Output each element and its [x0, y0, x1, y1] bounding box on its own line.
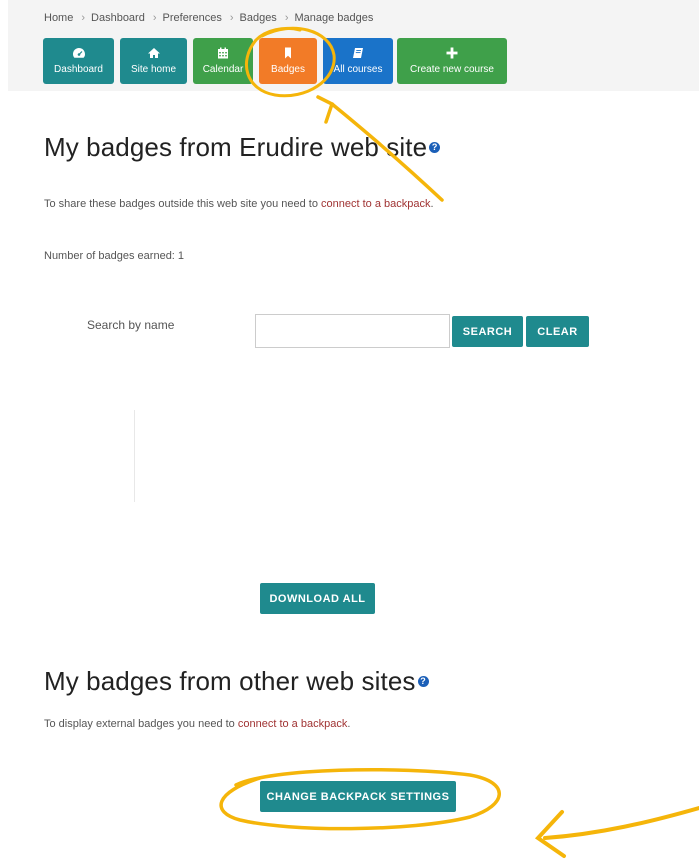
share-text: To share these badges outside this web s… [44, 198, 434, 210]
highlight-arrowhead-backpack [534, 810, 566, 858]
nav-dashboard-button[interactable]: Dashboard [43, 38, 114, 84]
nav-calendar-button[interactable]: Calendar [193, 38, 253, 84]
section-title-other: My badges from other web sites? [44, 666, 429, 697]
change-backpack-settings-button[interactable]: CHANGE BACKPACK SETTINGS [260, 781, 456, 812]
display-prefix: To display external badges you need to [44, 718, 238, 730]
display-suffix: . [347, 718, 351, 730]
breadcrumb-dashboard[interactable]: Dashboard [91, 12, 145, 24]
breadcrumb-badges[interactable]: Badges [240, 12, 277, 24]
search-button[interactable]: SEARCH [452, 316, 523, 347]
page-title: My badges from Erudire web site? [44, 132, 441, 163]
breadcrumb: Home › Dashboard › Preferences › Badges › Manage… [44, 12, 373, 24]
highlight-arrow-backpack [543, 806, 699, 840]
plus-icon [446, 47, 458, 59]
download-all-button[interactable]: DOWNLOAD ALL [260, 583, 375, 614]
nav-create-course-label: Create new course [410, 64, 494, 75]
share-prefix: To share these badges outside this web s… [44, 198, 322, 210]
clear-button[interactable]: CLEAR [526, 316, 589, 347]
section-title-other-text: My badges from other web sites [44, 666, 416, 696]
page-title-text: My badges from Erudire web site [44, 132, 428, 162]
breadcrumb-home[interactable]: Home [44, 12, 73, 24]
help-icon[interactable]: ? [417, 675, 429, 687]
nav-dashboard-label: Dashboard [54, 64, 103, 75]
chevron-right-icon: › [152, 12, 157, 24]
breadcrumb-preferences[interactable]: Preferences [163, 12, 222, 24]
dashboard-icon [72, 48, 85, 58]
divider [134, 410, 135, 502]
nav-site-home-label: Site home [130, 64, 177, 75]
highlight-arrowhead-badges [316, 95, 335, 124]
display-text: To display external badges you need to c… [44, 718, 350, 730]
help-icon[interactable]: ? [429, 141, 441, 153]
nav-calendar-label: Calendar [202, 64, 244, 75]
breadcrumb-manage-badges: Manage badges [294, 12, 374, 24]
search-input[interactable] [255, 314, 450, 348]
bookmark-icon [285, 47, 291, 59]
chevron-right-icon: › [229, 12, 234, 24]
nav-create-course-button[interactable]: Create new course [397, 38, 507, 84]
nav-all-courses-label: All courses [333, 64, 383, 75]
connect-backpack-link-2[interactable]: connect to a backpack [238, 718, 347, 730]
book-icon [353, 48, 363, 58]
chevron-right-icon: › [284, 12, 289, 24]
nav-badges-button[interactable]: Badges [259, 38, 317, 84]
home-icon [147, 48, 160, 58]
nav-all-courses-button[interactable]: All courses [323, 38, 393, 84]
nav-site-home-button[interactable]: Site home [120, 38, 187, 84]
nav-badges-label: Badges [271, 64, 305, 75]
annotation-overlay [219, 26, 699, 858]
badges-earned-text: Number of badges earned: 1 [44, 250, 185, 262]
connect-backpack-link[interactable]: connect to a backpack [321, 198, 430, 210]
search-label: Search by name [87, 318, 175, 332]
share-suffix: . [430, 198, 434, 210]
calendar-icon [218, 47, 228, 59]
chevron-right-icon: › [81, 12, 86, 24]
